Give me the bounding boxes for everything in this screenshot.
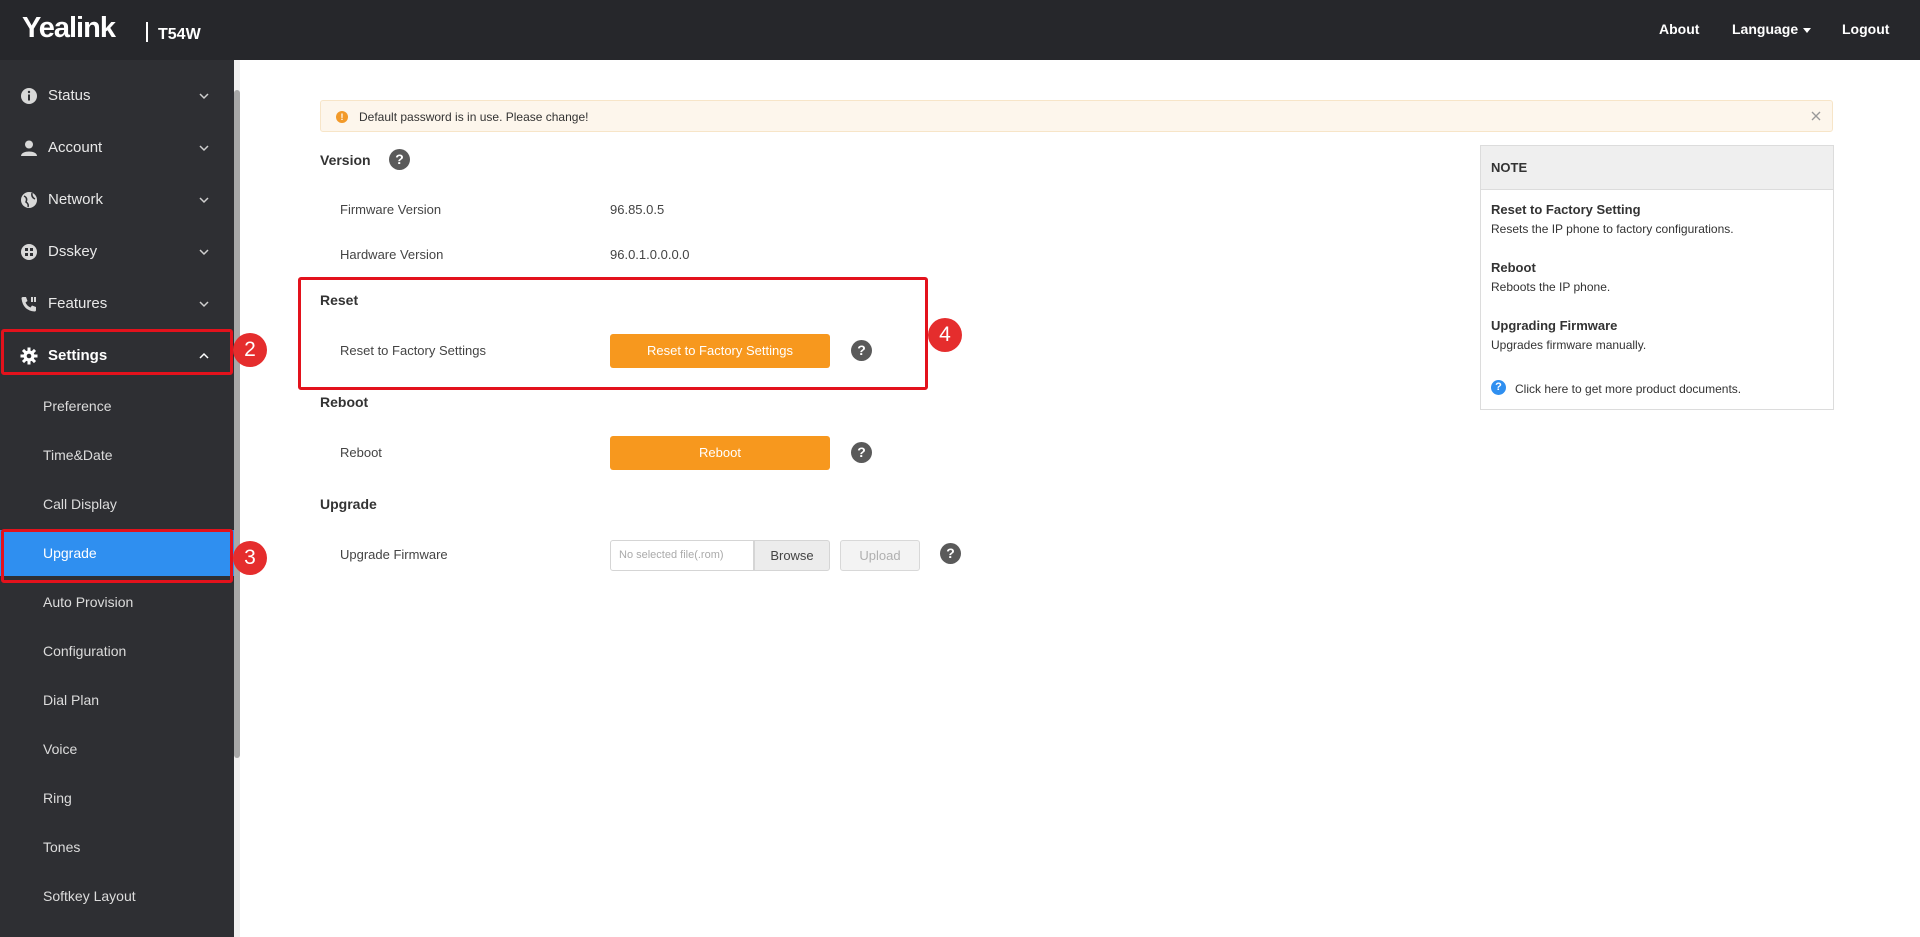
- help-icon-reboot[interactable]: ?: [851, 442, 872, 463]
- sidebar-subitem-auto-provision[interactable]: Auto Provision: [0, 579, 234, 625]
- note-heading-reset: Reset to Factory Setting: [1491, 202, 1641, 217]
- sidebar-subitem-softkey-layout[interactable]: Softkey Layout: [0, 873, 234, 919]
- sidebar-subitem-label: Tones: [43, 839, 81, 855]
- sidebar-subitem-label: Configuration: [43, 643, 127, 659]
- help-icon-reset[interactable]: ?: [851, 340, 872, 361]
- sidebar-item-label: Features: [48, 295, 108, 312]
- sidebar-item-label: Dsskey: [48, 243, 98, 260]
- hardware-version-value: 96.0.1.0.0.0.0: [610, 247, 690, 262]
- sidebar-item-features[interactable]: Features: [0, 279, 234, 331]
- note-text-reset: Resets the IP phone to factory configura…: [1491, 222, 1734, 236]
- sidebar-subitem-ring[interactable]: Ring: [0, 775, 234, 821]
- language-menu[interactable]: Language: [1732, 21, 1812, 37]
- sidebar-item-label: Account: [48, 139, 103, 156]
- help-icon-version[interactable]: ?: [389, 149, 410, 170]
- sidebar-subitem-label: Ring: [43, 790, 72, 806]
- sidebar-item-status[interactable]: Status: [0, 71, 234, 123]
- sidebar-subitem-tones[interactable]: Tones: [0, 824, 234, 870]
- sidebar-subitem-label: Voice: [43, 741, 78, 757]
- sidebar-item-label: Network: [48, 191, 104, 208]
- annotation-box-settings: [1, 329, 233, 375]
- sidebar-item-label: Status: [48, 87, 91, 104]
- sidebar-item-dsskey[interactable]: Dsskey: [0, 227, 234, 279]
- note-header: NOTE: [1481, 146, 1833, 190]
- reset-factory-label: Reset to Factory Settings: [340, 343, 486, 358]
- default-password-alert: ! Default password is in use. Please cha…: [320, 100, 1833, 132]
- top-bar: Yealink T54W About Language Logout: [0, 0, 1920, 60]
- section-title-reboot: Reboot: [320, 394, 369, 410]
- globe-icon: [21, 192, 37, 208]
- model-name: T54W: [158, 26, 201, 43]
- alert-text: Default password is in use. Please chang…: [359, 110, 589, 124]
- sidebar: Status Account Network Dsskey Features S…: [0, 60, 234, 937]
- annotation-marker-3: 3: [233, 541, 267, 575]
- reboot-label: Reboot: [340, 445, 382, 460]
- note-panel: NOTE Reset to Factory Setting Resets the…: [1480, 145, 1834, 410]
- info-icon: [21, 88, 37, 104]
- section-title-reset: Reset: [320, 292, 359, 308]
- sidebar-item-network[interactable]: Network: [0, 175, 234, 227]
- sidebar-subitem-configuration[interactable]: Configuration: [0, 628, 234, 674]
- annotation-marker-2: 2: [233, 333, 267, 367]
- sidebar-subitem-dial-plan[interactable]: Dial Plan: [0, 677, 234, 723]
- chevron-down-icon: [199, 249, 209, 256]
- phone-icon: [21, 297, 36, 312]
- sidebar-subitem-preference[interactable]: Preference: [0, 383, 234, 429]
- note-text-reboot: Reboots the IP phone.: [1491, 280, 1611, 294]
- firmware-version-value: 96.85.0.5: [610, 202, 665, 217]
- sidebar-subitem-label: Softkey Layout: [43, 888, 136, 904]
- sidebar-item-account[interactable]: Account: [0, 123, 234, 175]
- note-heading-reboot: Reboot: [1491, 260, 1536, 275]
- upload-button[interactable]: Upload: [840, 540, 920, 571]
- section-title-upgrade: Upgrade: [320, 496, 377, 512]
- caret-down-icon: [1803, 27, 1812, 33]
- close-icon[interactable]: [1809, 109, 1823, 123]
- user-icon: [21, 140, 37, 156]
- brand-logo: Yealink: [22, 12, 116, 44]
- chevron-down-icon: [199, 197, 209, 204]
- sidebar-subitem-label: Call Display: [43, 496, 117, 512]
- chevron-down-icon: [199, 145, 209, 152]
- note-heading-upgrade: Upgrading Firmware: [1491, 318, 1618, 333]
- logout-link[interactable]: Logout: [1842, 21, 1889, 37]
- help-icon-upgrade[interactable]: ?: [940, 543, 961, 564]
- sidebar-subitem-voice[interactable]: Voice: [0, 726, 234, 772]
- hardware-version-label: Hardware Version: [340, 247, 444, 262]
- note-text-upgrade: Upgrades firmware manually.: [1491, 338, 1647, 352]
- language-label: Language: [1732, 21, 1799, 37]
- sidebar-subitem-time-date[interactable]: Time&Date: [0, 432, 234, 478]
- reboot-button[interactable]: Reboot: [610, 436, 830, 470]
- question-circle-icon: ?: [1491, 380, 1506, 395]
- section-title-version: Version: [320, 152, 371, 168]
- grid-icon: [21, 244, 37, 260]
- note-title: NOTE: [1491, 160, 1528, 175]
- sidebar-subitem-label: Dial Plan: [43, 692, 100, 708]
- upgrade-firmware-label: Upgrade Firmware: [340, 547, 448, 562]
- firmware-file-input[interactable]: No selected file(.rom): [610, 540, 754, 571]
- annotation-box-upgrade: [1, 529, 233, 583]
- annotation-marker-4: 4: [928, 318, 962, 352]
- reset-factory-button[interactable]: Reset to Factory Settings: [610, 334, 830, 368]
- sidebar-subitem-label: Time&Date: [43, 447, 113, 463]
- chevron-down-icon: [199, 301, 209, 308]
- product-documents-link[interactable]: Click here to get more product documents…: [1515, 382, 1741, 396]
- firmware-version-label: Firmware Version: [340, 202, 442, 217]
- chevron-down-icon: [199, 93, 209, 100]
- sidebar-subitem-label: Auto Provision: [43, 594, 134, 610]
- sidebar-subitem-label: Preference: [43, 398, 112, 414]
- logo-divider: [146, 22, 148, 42]
- warning-icon: !: [336, 111, 348, 123]
- about-link[interactable]: About: [1659, 21, 1699, 37]
- browse-button[interactable]: Browse: [754, 540, 830, 571]
- sidebar-subitem-call-display[interactable]: Call Display: [0, 481, 234, 527]
- sidebar-scrollbar-thumb[interactable]: [234, 90, 240, 758]
